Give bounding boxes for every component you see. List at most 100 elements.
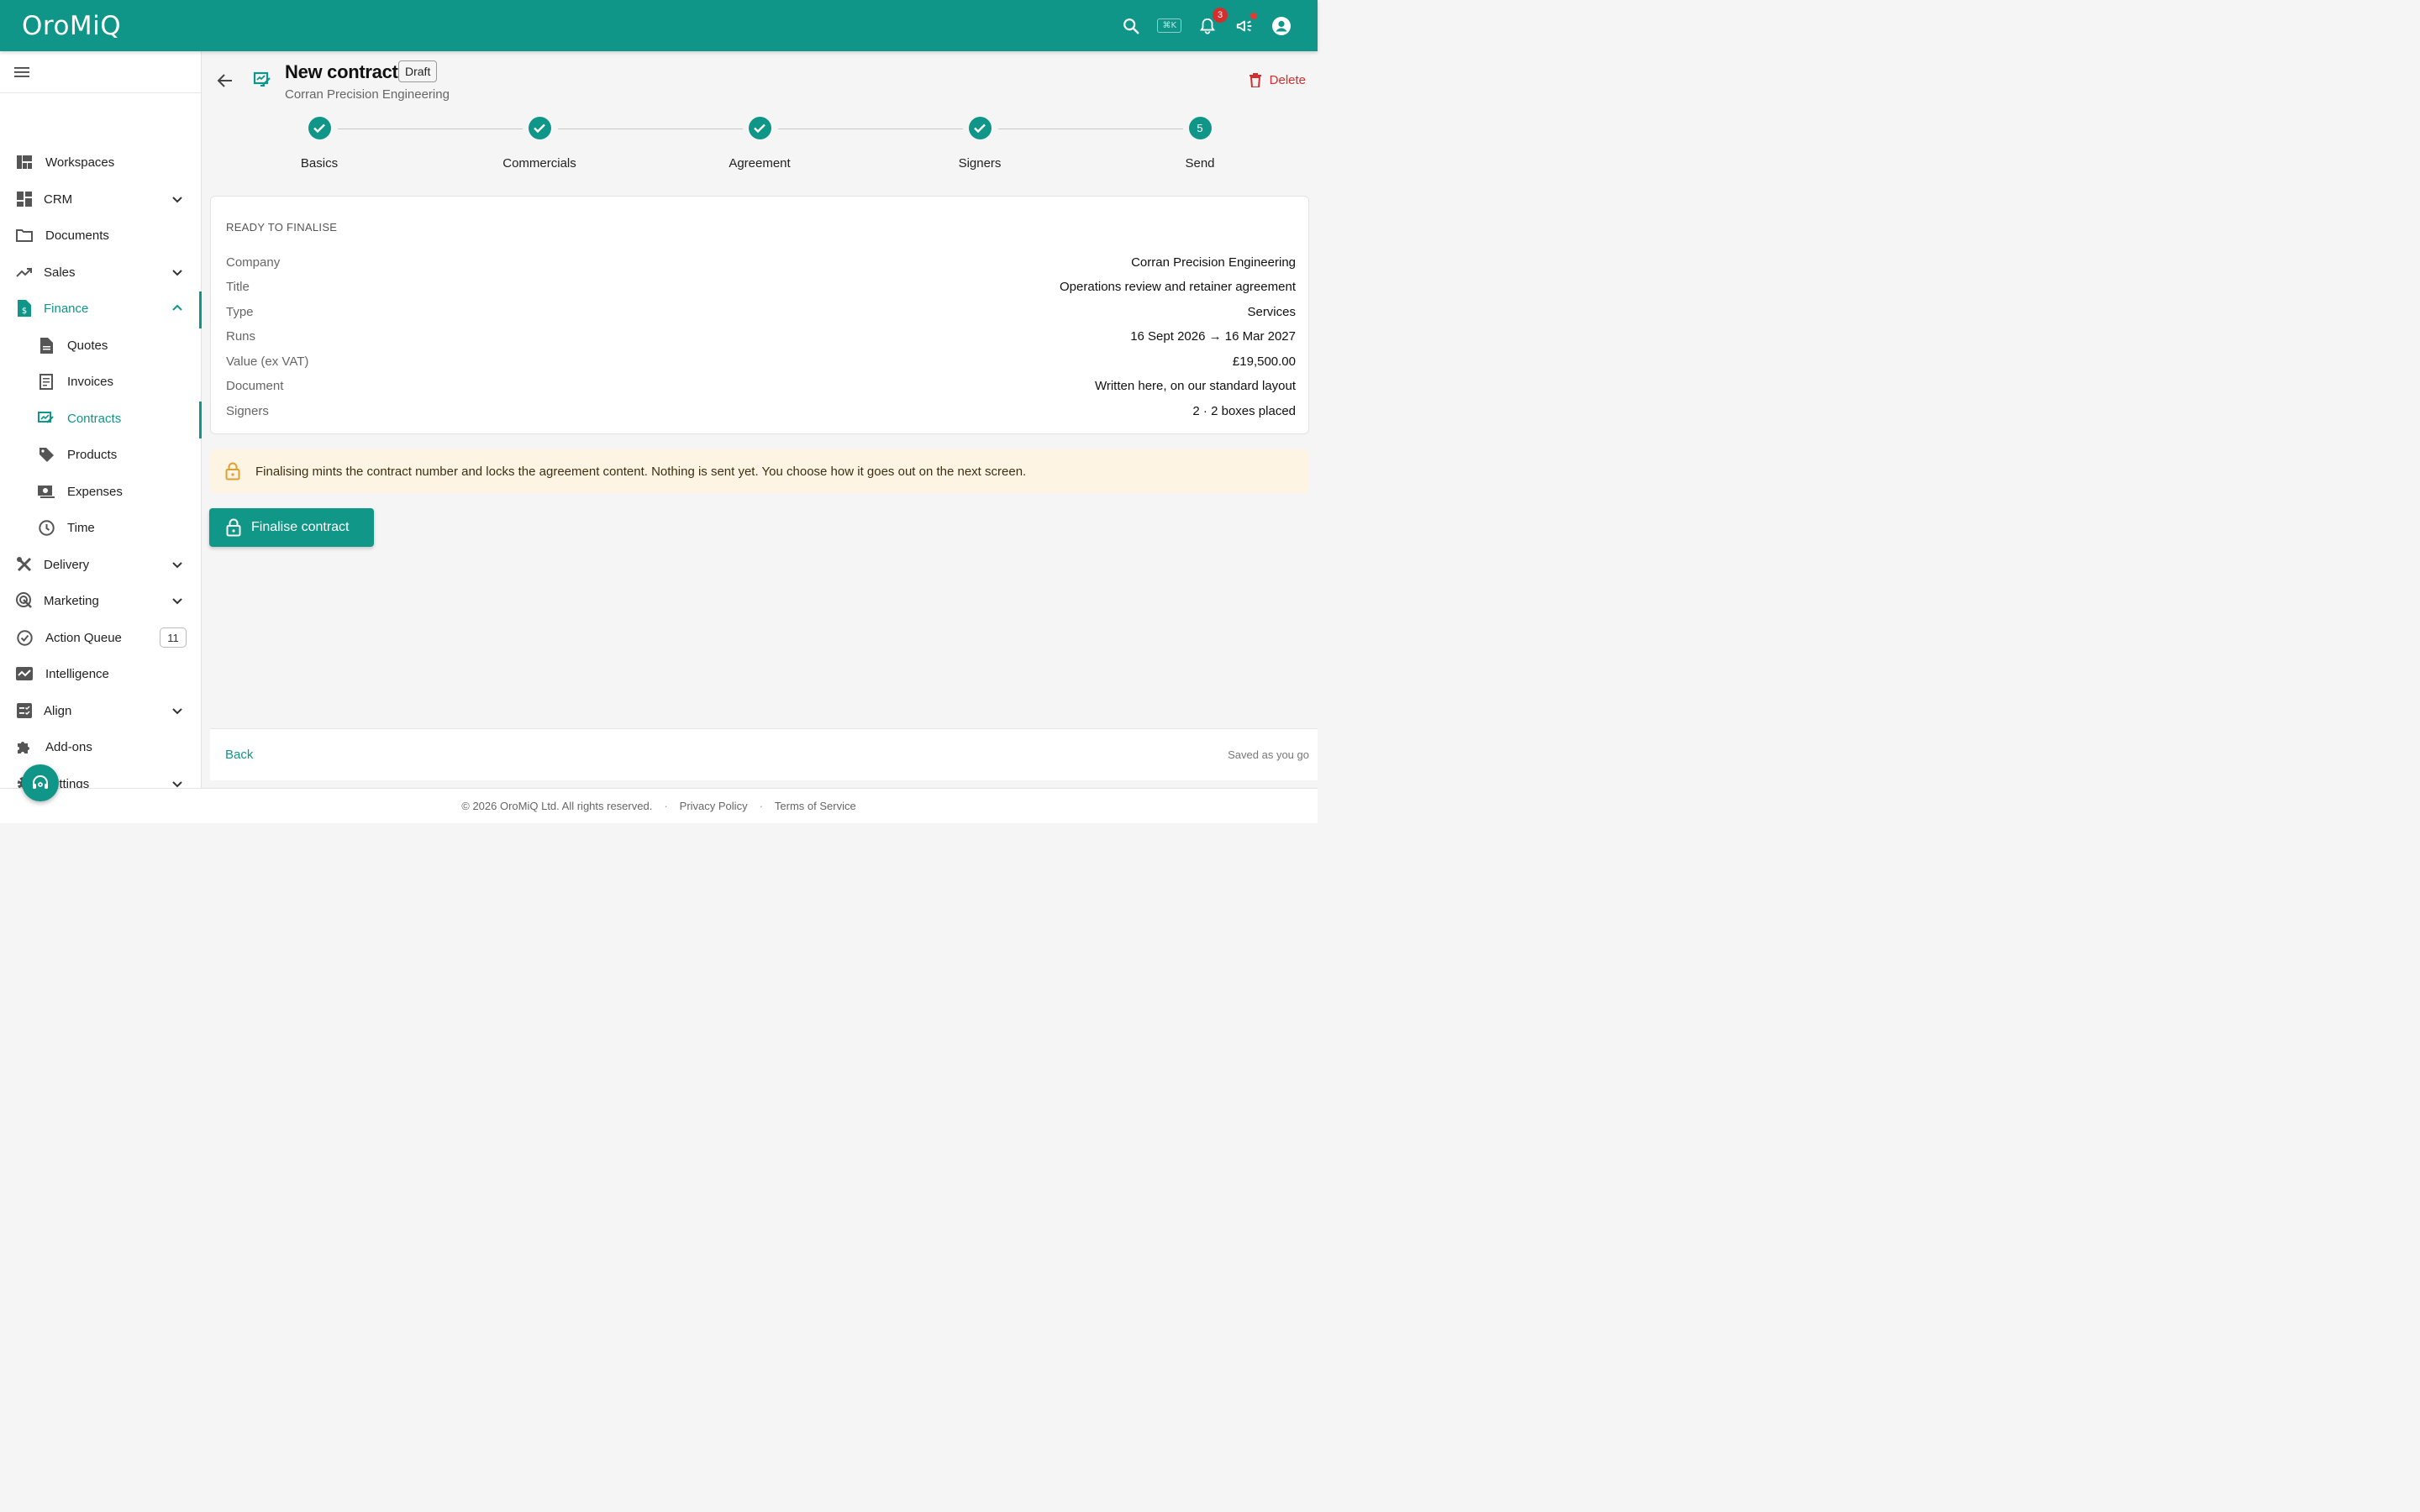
- finalise-notice: Finalising mints the contract number and…: [210, 449, 1309, 493]
- step-commercials[interactable]: Commercials: [489, 117, 590, 171]
- footer-separator: ·: [759, 800, 763, 812]
- folder-icon: [15, 226, 34, 244]
- step-number: 5: [1188, 117, 1212, 139]
- top-app-bar: OroMiQ ⌘K 3: [0, 0, 1318, 51]
- step-signers[interactable]: Signers: [929, 117, 1030, 171]
- sidebar-item-label: Intelligence: [45, 666, 109, 681]
- terms-of-service-link[interactable]: Terms of Service: [775, 800, 856, 812]
- row-key: Signers: [226, 403, 269, 418]
- step-label: Send: [1185, 156, 1215, 171]
- sidebar-item-add-ons[interactable]: Add-ons: [0, 730, 202, 764]
- workspaces-icon: [15, 153, 34, 171]
- support-button[interactable]: [22, 764, 59, 801]
- sidebar-item-label: Expenses: [67, 484, 123, 499]
- megaphone-icon[interactable]: [1234, 12, 1257, 37]
- sidebar-item-label: Products: [67, 447, 118, 462]
- notice-text: Finalising mints the contract number and…: [255, 464, 1027, 479]
- step-label: Basics: [300, 156, 339, 171]
- account-icon[interactable]: [1270, 15, 1292, 37]
- summary-card: READY TO FINALISE Company Corran Precisi…: [210, 196, 1309, 434]
- sidebar-item-expenses[interactable]: Expenses: [0, 475, 202, 508]
- row-value: Services: [1247, 304, 1296, 319]
- target-icon: [15, 591, 34, 610]
- hamburger-icon[interactable]: [14, 66, 29, 78]
- page-title: New contract: [285, 61, 398, 82]
- sidebar-item-label: Time: [67, 520, 95, 535]
- step-label: Signers: [958, 156, 1002, 171]
- sidebar-item-label: Marketing: [44, 593, 99, 608]
- contract-icon: [37, 409, 55, 428]
- search-icon[interactable]: [1120, 15, 1142, 37]
- step-basics[interactable]: Basics: [269, 117, 370, 171]
- trash-icon: [1249, 73, 1261, 87]
- sidebar-item-label: Align: [44, 703, 72, 718]
- row-key: Document: [226, 378, 284, 393]
- tag-icon: [37, 445, 55, 464]
- clock-icon: [37, 518, 55, 537]
- notification-count-badge: 3: [1213, 7, 1228, 23]
- action-queue-count-badge: 11: [160, 627, 187, 648]
- sidebar-item-crm[interactable]: CRM: [0, 182, 202, 216]
- check-circle-icon: [15, 628, 34, 647]
- sidebar-item-workspaces[interactable]: Workspaces: [0, 145, 202, 179]
- sidebar-item-label: Invoices: [67, 374, 114, 389]
- autosave-status: Saved as you go: [1228, 748, 1309, 761]
- card-heading: READY TO FINALISE: [226, 221, 338, 234]
- row-key: Runs: [226, 328, 256, 344]
- sidebar-item-label: CRM: [44, 192, 73, 207]
- sidebar: Workspaces CRM Documents Sales $ Finance…: [0, 51, 202, 791]
- delete-button[interactable]: Delete: [1249, 73, 1306, 87]
- sidebar-item-time[interactable]: Time: [0, 511, 202, 544]
- delete-label: Delete: [1269, 73, 1306, 87]
- svg-text:$: $: [22, 307, 27, 316]
- lock-icon: [225, 462, 240, 480]
- chevron-down-icon: [172, 270, 182, 276]
- row-value: Operations review and retainer agreement: [1060, 279, 1296, 294]
- row-key: Type: [226, 304, 254, 319]
- receipt-icon: [37, 372, 55, 391]
- step-label: Agreement: [729, 156, 791, 171]
- sidebar-item-label: Quotes: [67, 338, 108, 353]
- sidebar-item-align[interactable]: Align: [0, 694, 202, 727]
- step-send[interactable]: 5 Send: [1150, 117, 1250, 171]
- summary-row: Title Operations review and retainer agr…: [226, 277, 1296, 296]
- chevron-up-icon: [172, 304, 182, 311]
- check-icon: [528, 117, 551, 139]
- sidebar-item-action-queue[interactable]: Action Queue 11: [0, 621, 202, 654]
- sidebar-item-sales[interactable]: Sales: [0, 255, 202, 289]
- app-logo[interactable]: OroMiQ: [22, 11, 121, 41]
- step-agreement[interactable]: Agreement: [709, 117, 810, 171]
- sidebar-item-label: Documents: [45, 228, 109, 243]
- sidebar-item-finance[interactable]: $ Finance: [0, 291, 202, 328]
- sidebar-item-delivery[interactable]: Delivery: [0, 548, 202, 581]
- privacy-policy-link[interactable]: Privacy Policy: [680, 800, 748, 812]
- step-label: Commercials: [502, 156, 576, 171]
- row-key: Title: [226, 279, 250, 294]
- finalise-contract-button[interactable]: Finalise contract: [209, 508, 374, 547]
- bell-icon[interactable]: 3: [1197, 7, 1228, 37]
- back-arrow-icon[interactable]: [216, 71, 234, 94]
- sidebar-item-invoices[interactable]: Invoices: [0, 365, 202, 398]
- sidebar-item-quotes[interactable]: Quotes: [0, 328, 202, 362]
- sidebar-item-marketing[interactable]: Marketing: [0, 584, 202, 617]
- summary-row: Runs 16 Sept 2026 → 16 Mar 2027: [226, 327, 1296, 345]
- checklist-icon: [15, 701, 34, 720]
- back-button[interactable]: Back: [225, 748, 253, 762]
- chevron-down-icon: [172, 562, 182, 569]
- row-value: Written here, on our standard layout: [1094, 378, 1296, 393]
- sidebar-item-intelligence[interactable]: Intelligence: [0, 657, 202, 690]
- finance-doc-icon: $: [15, 299, 34, 318]
- tools-icon: [15, 555, 34, 574]
- announcement-dot: [1250, 12, 1257, 19]
- document-icon: [37, 336, 55, 354]
- sidebar-item-products[interactable]: Products: [0, 438, 202, 471]
- lock-icon: [226, 518, 241, 537]
- sidebar-item-contracts[interactable]: Contracts: [0, 402, 202, 438]
- row-value: 2 · 2 boxes placed: [1192, 403, 1296, 418]
- summary-row: Value (ex VAT) £19,500.00: [226, 352, 1296, 370]
- row-value: £19,500.00: [1232, 354, 1296, 369]
- sidebar-item-documents[interactable]: Documents: [0, 218, 202, 252]
- menu-toggle[interactable]: [0, 51, 201, 93]
- footer-separator: ·: [664, 800, 668, 812]
- main-content: New contract Draft Corran Precision Engi…: [203, 51, 1318, 788]
